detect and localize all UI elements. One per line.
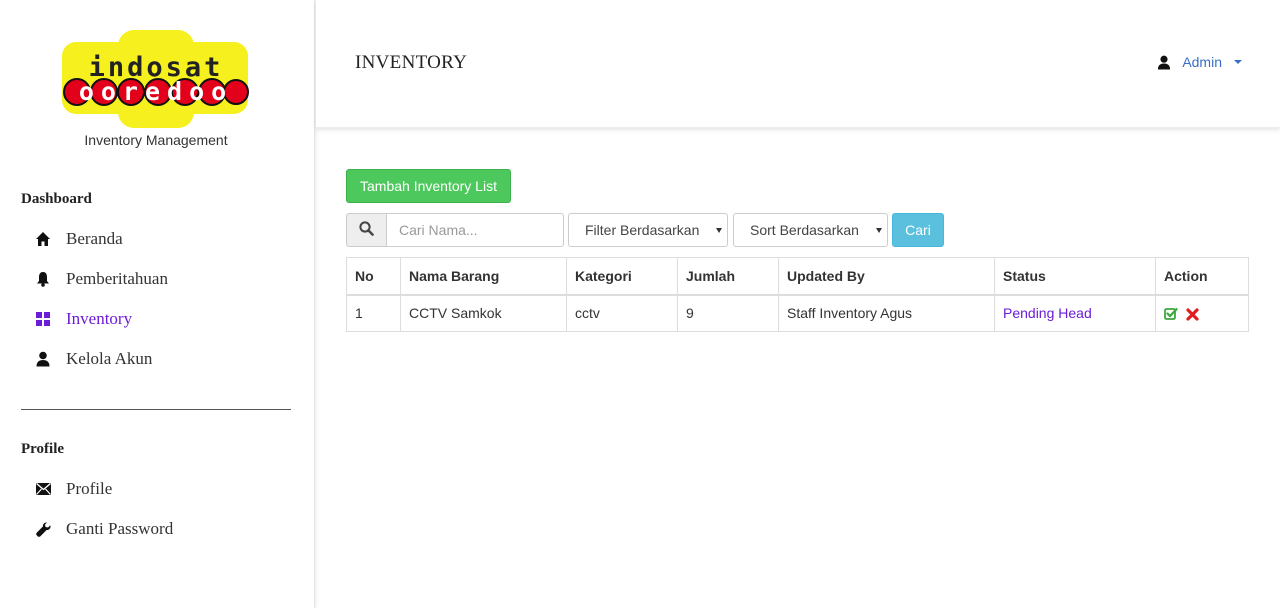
status-link[interactable]: Pending Head xyxy=(1003,305,1092,321)
column-header-kategori: Kategori xyxy=(566,257,678,296)
top-header: INVENTORY Admin xyxy=(316,0,1280,128)
column-header-updated-by: Updated By xyxy=(778,257,995,296)
bell-icon xyxy=(34,270,52,288)
home-icon xyxy=(34,230,52,248)
search-addon xyxy=(346,213,387,247)
column-header-no: No xyxy=(346,257,401,296)
table-row: 1 CCTV Samkok cctv 9 Staff Inventory Agu… xyxy=(346,294,1249,332)
user-menu-dropdown[interactable]: Admin xyxy=(1157,54,1242,70)
wrench-icon xyxy=(34,520,52,538)
sidebar-item-label: Ganti Password xyxy=(66,519,174,538)
sidebar: indosat ooredoo Inventory Management Das… xyxy=(0,0,315,608)
sidebar-item-pemberitahuan[interactable]: Pemberitahuan xyxy=(34,267,168,291)
sidebar-item-kelola-akun[interactable]: Kelola Akun xyxy=(34,347,152,371)
grid-icon xyxy=(34,310,52,328)
envelope-icon xyxy=(34,480,52,498)
sidebar-item-inventory[interactable]: Inventory xyxy=(34,307,132,331)
sidebar-item-label: Beranda xyxy=(66,229,123,248)
sidebar-item-label: Kelola Akun xyxy=(66,349,153,368)
sidebar-item-ganti-password[interactable]: Ganti Password xyxy=(34,517,173,541)
sidebar-item-profile[interactable]: Profile xyxy=(34,477,112,501)
inventory-table: No Nama Barang Kategori Jumlah Updated B… xyxy=(346,257,1249,332)
search-input[interactable] xyxy=(386,213,564,247)
approve-check-icon[interactable] xyxy=(1164,307,1178,321)
cell-kategori: cctv xyxy=(566,294,678,332)
sidebar-divider xyxy=(21,409,291,410)
sort-select[interactable]: Sort Berdasarkan xyxy=(733,213,888,247)
add-inventory-button[interactable]: Tambah Inventory List xyxy=(346,169,511,203)
search-button[interactable]: Cari xyxy=(892,213,944,247)
section-title-profile: Profile xyxy=(21,441,65,457)
app-subtitle: Inventory Management xyxy=(84,132,228,148)
cell-action xyxy=(1155,294,1249,332)
user-icon xyxy=(1157,55,1171,70)
cell-status: Pending Head xyxy=(994,294,1156,332)
cell-jumlah: 9 xyxy=(677,294,779,332)
column-header-nama-barang: Nama Barang xyxy=(400,257,567,296)
reject-x-icon[interactable] xyxy=(1186,308,1199,321)
search-icon xyxy=(359,221,374,239)
user-icon xyxy=(34,350,52,368)
page-title: INVENTORY xyxy=(355,52,468,73)
cell-updated-by: Staff Inventory Agus xyxy=(778,294,995,332)
chevron-down-icon xyxy=(1234,60,1242,64)
table-header-row: No Nama Barang Kategori Jumlah Updated B… xyxy=(346,257,1249,296)
column-header-status: Status xyxy=(994,257,1156,296)
section-title-dashboard: Dashboard xyxy=(21,191,92,207)
cell-no: 1 xyxy=(346,294,401,332)
column-header-jumlah: Jumlah xyxy=(677,257,779,296)
sidebar-item-label: Pemberitahuan xyxy=(66,269,168,288)
sidebar-item-label: Profile xyxy=(66,479,113,498)
user-name: Admin xyxy=(1182,54,1222,70)
column-header-action: Action xyxy=(1155,257,1249,296)
filter-select[interactable]: Filter Berdasarkan xyxy=(568,213,728,247)
indosat-ooredoo-logo: indosat ooredoo xyxy=(60,28,252,130)
dropdown-arrow-icon xyxy=(716,228,722,233)
dropdown-arrow-icon xyxy=(876,228,882,233)
sidebar-item-beranda[interactable]: Beranda xyxy=(34,227,123,251)
sort-select-value: Sort Berdasarkan xyxy=(750,222,859,238)
logo-text-bottom: ooredoo xyxy=(79,77,233,106)
cell-nama-barang: CCTV Samkok xyxy=(400,294,567,332)
sidebar-item-label: Inventory xyxy=(66,309,133,328)
filter-select-value: Filter Berdasarkan xyxy=(585,222,700,238)
